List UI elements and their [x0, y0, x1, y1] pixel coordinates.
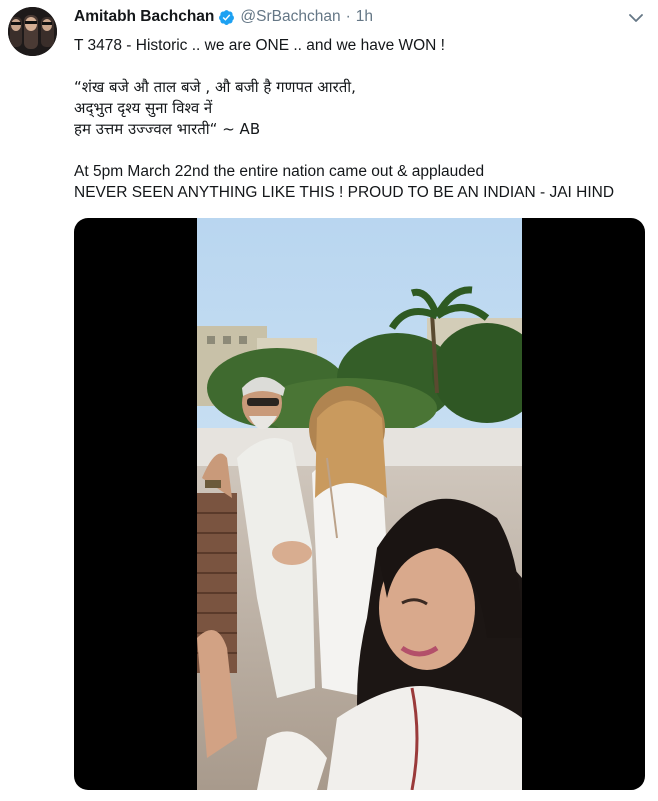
video-still: [197, 218, 522, 790]
tweet-text-line: At 5pm March 22nd the entire nation came…: [74, 163, 485, 180]
avatar[interactable]: [8, 7, 57, 56]
tweet-text-line: NEVER SEEN ANYTHING LIKE THIS ! PROUD TO…: [74, 184, 615, 201]
tweet-header: Amitabh Bachchan @SrBachchan · 1h: [74, 6, 373, 28]
tweet-text-line: T 3478 - Historic .. we are ONE .. and w…: [74, 37, 445, 54]
author-handle[interactable]: @SrBachchan: [240, 8, 340, 26]
chevron-down-icon[interactable]: [626, 8, 646, 28]
separator-dot: ·: [345, 8, 351, 25]
tweet-text-line: अद्‌भुत दृश्य सुना विश्व नें: [74, 99, 213, 117]
tweet-text-line: हम उत्तम उज्ज्वल भारती“ ~ AB: [74, 120, 261, 138]
tweet-text: T 3478 - Historic .. we are ONE .. and w…: [74, 35, 644, 203]
video-frame[interactable]: [197, 218, 522, 790]
tweet-card[interactable]: Amitabh Bachchan @SrBachchan · 1h T 3478…: [0, 0, 658, 801]
tweet-text-line: “शंख बजे औ ताल बजे , औ बजी है गणपत आरती,: [74, 78, 356, 96]
author-name[interactable]: Amitabh Bachchan: [74, 8, 214, 26]
video-player[interactable]: [74, 218, 645, 790]
avatar-image: [8, 7, 57, 56]
verified-badge-icon: [218, 9, 235, 26]
tweet-timestamp[interactable]: 1h: [356, 8, 373, 26]
